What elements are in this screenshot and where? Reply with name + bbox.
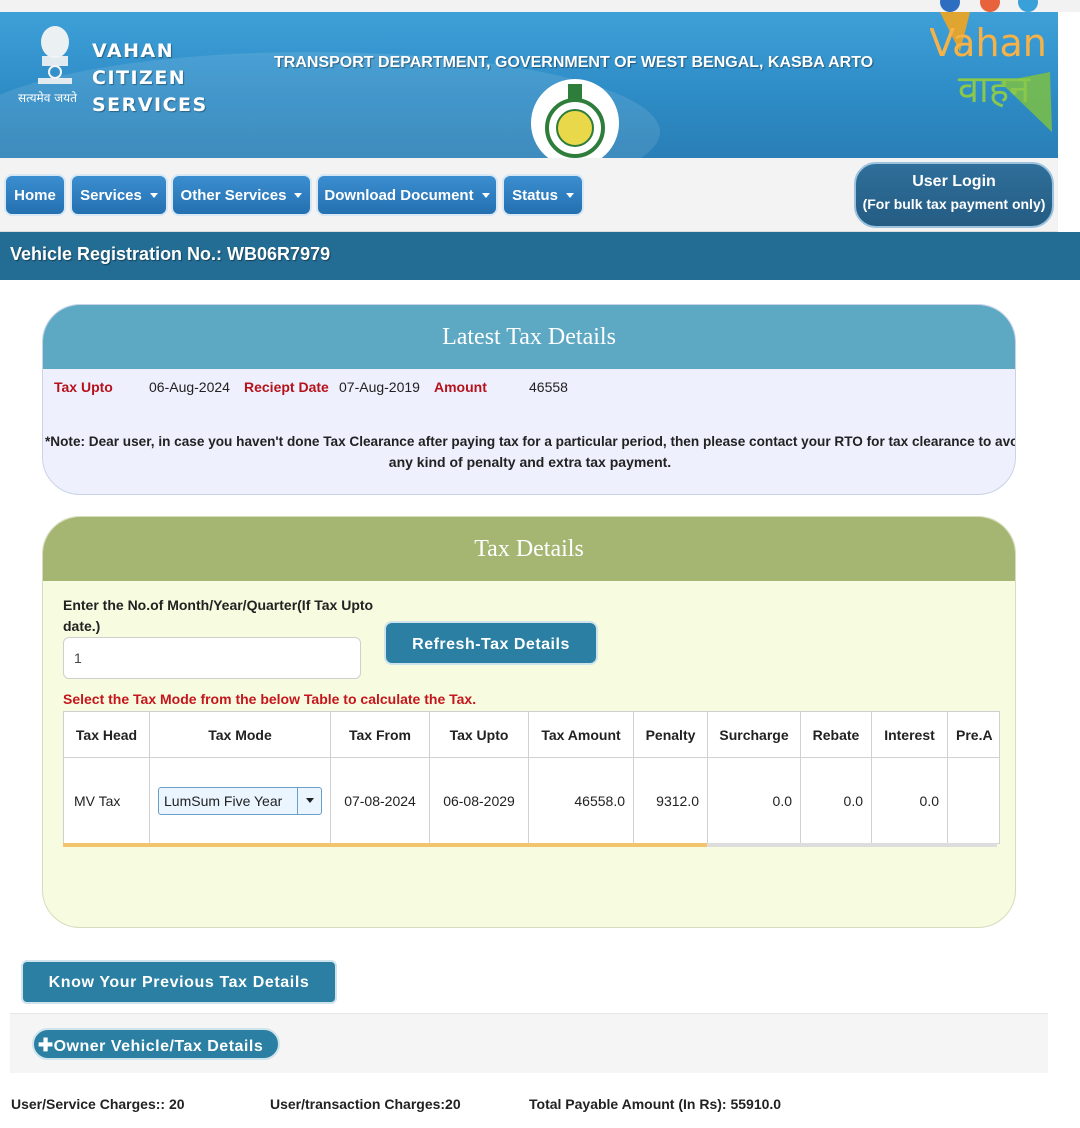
cell-tax-mode: LumSum Five Year [149, 757, 331, 844]
months-input[interactable]: 1 [63, 637, 361, 679]
nav-other-services[interactable]: Other Services [171, 174, 312, 216]
tax-details-title: Tax Details [43, 517, 1015, 581]
col-pre-adjustment: Pre.A [947, 711, 1000, 758]
cell-pre-adjustment [947, 757, 1000, 844]
cell-rebate: 0.0 [800, 757, 872, 844]
months-label: Enter the No.of Month/Year/Quarter(If Ta… [63, 597, 374, 634]
amount-label: Amount [434, 379, 487, 395]
dropdown-arrow-icon [297, 787, 321, 814]
user-login-button[interactable]: User Login (For bulk tax payment only) [854, 162, 1054, 228]
svg-text:Vahan: Vahan [930, 21, 1047, 65]
vehicle-registration-text: Vehicle Registration No.: WB06R7979 [10, 244, 331, 264]
table-row: MV Tax LumSum Five Year 07-08-2024 06-08… [63, 757, 1000, 844]
note-line-2: any kind of penalty and extra tax paymen… [388, 454, 672, 470]
tax-upto-value: 06-Aug-2024 [149, 379, 230, 395]
cell-tax-head: MV Tax [63, 757, 150, 844]
amount-value: 46558 [529, 379, 568, 395]
table-header-row: Tax Head Tax Mode Tax From Tax Upto Tax … [63, 711, 1000, 758]
col-tax-amount: Tax Amount [528, 711, 634, 758]
nav-home-label: Home [14, 186, 56, 204]
login-title: User Login [912, 173, 996, 190]
emblem-caption: सत्यमेव जयते [18, 91, 77, 105]
nav-home[interactable]: Home [4, 174, 66, 216]
previous-tax-details-button[interactable]: Know Your Previous Tax Details [21, 960, 337, 1004]
department-title: TRANSPORT DEPARTMENT, GOVERNMENT OF WEST… [274, 54, 874, 71]
owner-details-section: ✚Owner Vehicle/Tax Details [10, 1013, 1048, 1073]
receipt-date-value: 07-Aug-2019 [339, 379, 420, 395]
tax-mode-select[interactable]: LumSum Five Year [158, 786, 322, 815]
col-interest: Interest [871, 711, 948, 758]
col-tax-head: Tax Head [63, 711, 150, 758]
tax-clearance-note: *Note: Dear user, in case you haven't do… [43, 431, 1016, 473]
cell-penalty: 9312.0 [633, 757, 708, 844]
chevron-down-icon [294, 192, 303, 198]
cell-surcharge: 0.0 [707, 757, 801, 844]
table-scrollbar[interactable] [63, 843, 997, 847]
nav-status-label: Status [512, 186, 558, 204]
col-rebate: Rebate [800, 711, 872, 758]
col-tax-from: Tax From [330, 711, 430, 758]
col-penalty: Penalty [633, 711, 708, 758]
vahan-logo: Vahan वाहन [930, 12, 1052, 132]
nav-download-document[interactable]: Download Document [316, 174, 498, 216]
nav-services-label: Services [80, 186, 142, 204]
tax-mode-selected: LumSum Five Year [164, 792, 283, 809]
svg-text:वाहन: वाहन [958, 67, 1031, 111]
latest-tax-title: Latest Tax Details [43, 305, 1015, 369]
vehicle-registration-bar: Vehicle Registration No.: WB06R7979 [0, 232, 1080, 280]
transaction-charges: User/transaction Charges:20 [270, 1096, 461, 1112]
cell-tax-amount: 46558.0 [528, 757, 634, 844]
twitter-icon[interactable] [1018, 0, 1038, 12]
owner-button-label: Owner Vehicle/Tax Details [53, 1038, 264, 1055]
receipt-date-label: Reciept Date [244, 379, 329, 395]
tax-table: Tax Head Tax Mode Tax From Tax Upto Tax … [63, 711, 1000, 844]
latest-tax-panel: Latest Tax Details Tax Upto 06-Aug-2024 … [42, 304, 1016, 495]
refresh-tax-details-button[interactable]: Refresh-Tax Details [384, 621, 598, 665]
facebook-icon[interactable] [940, 0, 960, 12]
col-tax-mode: Tax Mode [149, 711, 331, 758]
scrollbar-thumb[interactable] [63, 843, 707, 847]
owner-vehicle-tax-details-button[interactable]: ✚Owner Vehicle/Tax Details [32, 1028, 280, 1060]
note-line-1: *Note: Dear user, in case you haven't do… [45, 434, 1016, 449]
tax-details-panel: Tax Details Enter the No.of Month/Year/Q… [42, 516, 1016, 928]
chevron-down-icon [481, 192, 490, 198]
col-surcharge: Surcharge [707, 711, 801, 758]
nav-other-services-label: Other Services [180, 186, 287, 204]
col-tax-upto: Tax Upto [429, 711, 529, 758]
cell-tax-upto: 06-08-2029 [429, 757, 529, 844]
site-header: सत्यमेव जयते VAHAN CITIZEN SERVICES TRAN… [0, 12, 1058, 158]
tax-upto-label: Tax Upto [54, 379, 113, 395]
nav-services[interactable]: Services [70, 174, 168, 216]
tax-mode-hint: Select the Tax Mode from the below Table… [63, 691, 477, 707]
social-icon[interactable] [980, 0, 1000, 12]
top-strip [0, 0, 1080, 12]
nav-download-document-label: Download Document [324, 186, 474, 204]
total-payable-amount: Total Payable Amount (In Rs): 55910.0 [529, 1096, 782, 1112]
nav-status[interactable]: Status [502, 174, 584, 216]
login-subtitle: (For bulk tax payment only) [862, 196, 1046, 212]
state-seal-icon [531, 79, 619, 158]
cell-tax-from: 07-08-2024 [330, 757, 430, 844]
plus-icon: ✚ [38, 1035, 54, 1055]
cell-interest: 0.0 [871, 757, 948, 844]
main-navbar: Home Services Other Services Download Do… [0, 158, 1058, 232]
service-charges: User/Service Charges:: 20 [11, 1096, 185, 1112]
chevron-down-icon [149, 192, 158, 198]
chevron-down-icon [565, 192, 574, 198]
app-name: VAHAN CITIZEN SERVICES [92, 40, 208, 116]
